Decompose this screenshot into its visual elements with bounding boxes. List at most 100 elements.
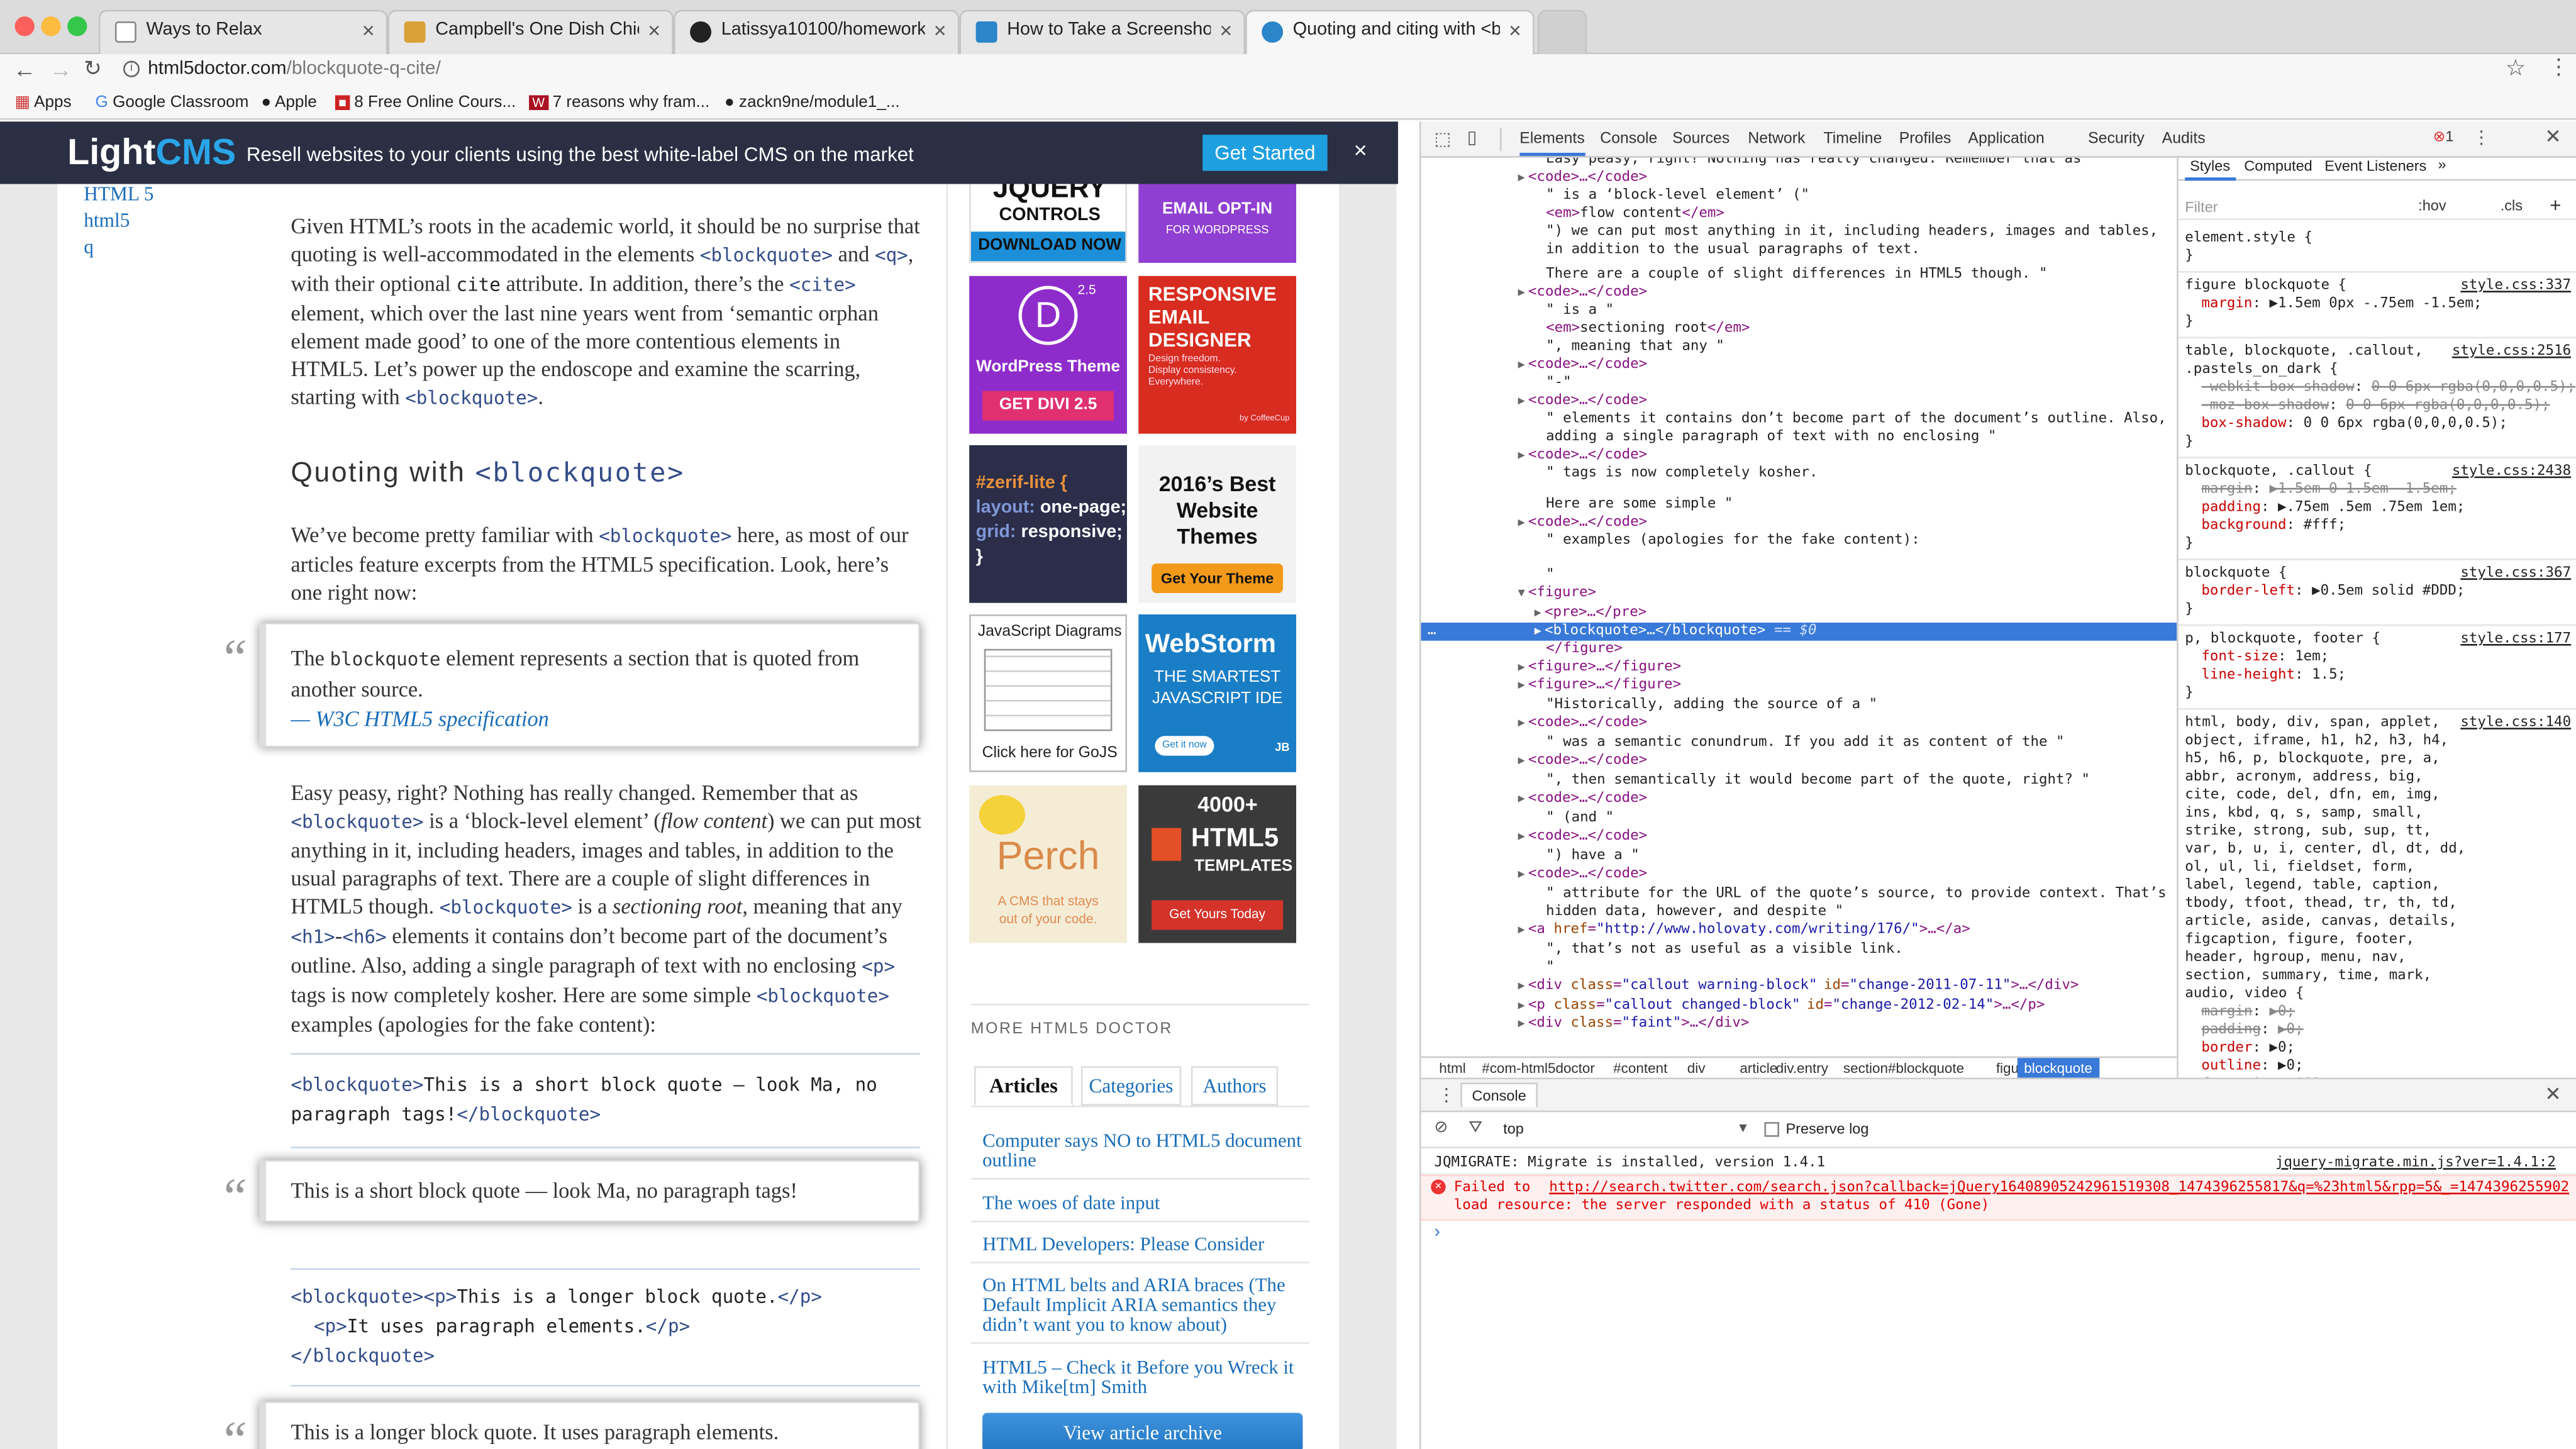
collapse-arrow-icon[interactable]: ▶ bbox=[1518, 867, 1525, 880]
css-declaration[interactable]: margin: ▶1.5em 0px -.75em -1.5em; bbox=[2185, 296, 2571, 314]
article-link[interactable]: Computer says NO to HTML5 document outli… bbox=[982, 1130, 1304, 1170]
console-prompt[interactable]: › bbox=[1434, 1222, 1440, 1241]
dom-row[interactable]: " tags is now completely kosher. bbox=[1421, 465, 2177, 483]
browser-tab[interactable]: How to Take a Screenshot on a × bbox=[959, 9, 1246, 55]
devtools-menu-icon[interactable]: ⋮ bbox=[2472, 126, 2490, 148]
dom-row[interactable]: <em>sectioning root</em> bbox=[1421, 320, 2177, 338]
filter-icon[interactable]: ⛛ bbox=[1468, 1119, 1482, 1137]
back-arrow-icon[interactable]: ← bbox=[13, 56, 36, 82]
css-declaration[interactable]: box-shadow: 0 0 6px rgba(0,0,0,0.5); bbox=[2185, 416, 2571, 434]
tab-profiles[interactable]: Profiles bbox=[1899, 130, 1951, 148]
dom-row[interactable]: ▶ <code>…</code> bbox=[1421, 284, 2177, 303]
more-tabs-icon[interactable]: » bbox=[2438, 156, 2446, 172]
dom-row[interactable]: ▶ <code>…</code> bbox=[1421, 357, 2177, 375]
collapse-arrow-icon[interactable]: ▶ bbox=[1518, 679, 1525, 692]
dom-row[interactable]: " (and " bbox=[1421, 810, 2177, 828]
stylesheet-link[interactable]: style.css:177 bbox=[2460, 631, 2571, 649]
collapse-arrow-icon[interactable]: ▶ bbox=[1518, 394, 1525, 408]
bookmark-star-icon[interactable]: ☆ bbox=[2506, 54, 2526, 82]
bookmark-apps[interactable]: ▦ Apps bbox=[15, 94, 72, 112]
error-url-link[interactable]: http://search.twitter.com/search.json?ca… bbox=[1549, 1180, 2569, 1196]
collapse-arrow-icon[interactable]: ▶ bbox=[1518, 358, 1525, 371]
forward-arrow-icon[interactable]: → bbox=[49, 56, 72, 82]
collapse-arrow-icon[interactable]: ▶ bbox=[1535, 606, 1541, 619]
dom-row[interactable]: ▶ <code>…</code> bbox=[1421, 169, 2177, 187]
toc-link[interactable]: HTML 5 bbox=[84, 180, 153, 207]
collapse-arrow-icon[interactable]: ▶ bbox=[1535, 625, 1541, 638]
dom-row[interactable]: ▶ <code>…</code> bbox=[1421, 514, 2177, 533]
menu-kebab-icon[interactable]: ⋮ bbox=[2548, 54, 2570, 80]
dom-row[interactable]: There are a couple of slight differences… bbox=[1421, 266, 2177, 284]
source-link[interactable]: jquery-migrate.min.js?ver=1.4.1:2 bbox=[2275, 1155, 2556, 1171]
breadcrumb-item[interactable]: div bbox=[1680, 1058, 1712, 1077]
toc-link[interactable]: q bbox=[84, 233, 153, 260]
chevron-down-icon[interactable]: ▼ bbox=[1736, 1121, 1750, 1136]
breadcrumb-item[interactable]: div.entry bbox=[1769, 1058, 1835, 1077]
dom-row[interactable]: "Historically, adding the source of a " bbox=[1421, 697, 2177, 715]
dom-row[interactable]: adding a single paragraph of text with n… bbox=[1421, 429, 2177, 447]
breadcrumb-item[interactable]: #com-html5doctor bbox=[1475, 1058, 1602, 1077]
context-select[interactable]: top bbox=[1503, 1121, 1524, 1137]
bookmark-item[interactable]: G Google Classroom bbox=[96, 94, 249, 112]
article-link[interactable]: HTML Developers: Please Consider bbox=[982, 1234, 1304, 1253]
tab-console[interactable]: Console bbox=[1600, 130, 1657, 148]
dom-row[interactable]: ") have a " bbox=[1421, 848, 2177, 866]
close-tab-icon[interactable]: × bbox=[1509, 18, 1521, 43]
dom-row[interactable]: " bbox=[1421, 960, 2177, 978]
bookmark-item[interactable]: ● Apple bbox=[261, 94, 316, 112]
close-tab-icon[interactable]: × bbox=[1219, 18, 1232, 43]
collapse-arrow-icon[interactable]: ▶ bbox=[1518, 660, 1525, 674]
ad-divi-theme[interactable]: D 2.5 WordPress Theme GET DIVI 2.5 bbox=[969, 275, 1127, 434]
stylesheet-link[interactable]: style.css:140 bbox=[2460, 714, 2571, 733]
dom-row[interactable]: ▶ <div class="faint">…</div> bbox=[1421, 1015, 2177, 1033]
close-window-icon[interactable] bbox=[14, 16, 35, 36]
get-started-button[interactable]: Get Started bbox=[1202, 135, 1328, 171]
ad-responsive-email[interactable]: RESPONSIVE EMAIL DESIGNER Design freedom. D… bbox=[1138, 275, 1297, 434]
dom-row[interactable]: " examples (apologies for the fake conte… bbox=[1421, 532, 2177, 550]
css-declaration[interactable]: padding: ▶.75em .5em .75em 1em; bbox=[2185, 499, 2571, 518]
close-drawer-icon[interactable]: ✕ bbox=[2545, 1082, 2561, 1106]
styles-filter-input[interactable]: Filter bbox=[2185, 199, 2218, 215]
dom-row[interactable]: Easy peasy, right? Nothing has really ch… bbox=[1421, 158, 2177, 169]
maximize-window-icon[interactable] bbox=[67, 16, 87, 36]
dom-row[interactable]: "-" bbox=[1421, 375, 2177, 393]
dom-row[interactable]: ▶ <div class="callout warning-block" id="c… bbox=[1421, 977, 2177, 996]
css-declaration[interactable]: -webkit-box-shadow: 0 0 6px rgba(0,0,0,0… bbox=[2185, 379, 2575, 397]
close-devtools-icon[interactable]: ✕ bbox=[2545, 125, 2561, 148]
ad-best-themes[interactable]: 2016’s Best Website Themes Get Your Theme bbox=[1138, 445, 1297, 603]
css-declaration[interactable]: border-left: ▶0.5em solid #DDD; bbox=[2185, 583, 2571, 601]
dom-row[interactable]: ", meaning that any " bbox=[1421, 338, 2177, 357]
bookmark-item[interactable]: W 7 reasons why fram... bbox=[529, 94, 709, 112]
breadcrumb-item[interactable]: section#blockquote bbox=[1836, 1058, 1970, 1077]
dom-row[interactable]: Here are some simple " bbox=[1421, 496, 2177, 514]
dom-row[interactable]: ", then semantically it would become par… bbox=[1421, 772, 2177, 791]
breadcrumb-item[interactable]: #content bbox=[1607, 1058, 1674, 1077]
stylesheet-link[interactable]: style.css:367 bbox=[2460, 565, 2571, 584]
collapse-arrow-icon[interactable]: ▶ bbox=[1518, 516, 1525, 529]
add-rule-icon[interactable]: + bbox=[2550, 194, 2561, 217]
stylesheet-link[interactable]: style.css:337 bbox=[2460, 277, 2571, 296]
css-declaration[interactable]: border: ▶0; bbox=[2185, 1040, 2571, 1058]
ad-html5-templates[interactable]: 4000+ HTML5 TEMPLATES Get Yours Today bbox=[1138, 785, 1297, 943]
tab-application[interactable]: Application bbox=[1968, 130, 2044, 148]
tab-elements[interactable]: Elements bbox=[1519, 130, 1585, 157]
tab-security[interactable]: Security bbox=[2088, 130, 2145, 148]
browser-tab[interactable]: Ways to Relax × bbox=[98, 9, 388, 55]
hov-toggle[interactable]: :hov bbox=[2418, 197, 2446, 213]
dom-row[interactable]: ▶ <pre>…</pre> bbox=[1421, 604, 2177, 623]
tab-computed[interactable]: Computed bbox=[2244, 158, 2312, 174]
collapse-arrow-icon[interactable]: ▶ bbox=[1518, 830, 1525, 843]
css-declaration[interactable]: padding: ▶0; bbox=[2185, 1022, 2571, 1040]
dom-row[interactable]: ▼ <figure> bbox=[1421, 585, 2177, 603]
breadcrumb-item[interactable]: html bbox=[1433, 1058, 1472, 1077]
expand-arrow-icon[interactable]: ▼ bbox=[1518, 587, 1525, 600]
minimize-window-icon[interactable] bbox=[41, 16, 61, 36]
dom-row[interactable]: hidden data, however, and despite " bbox=[1421, 904, 2177, 922]
css-declaration[interactable]: -moz-box-shadow: 0 0 6px rgba(0,0,0,0.5)… bbox=[2185, 397, 2571, 416]
tab-audits[interactable]: Audits bbox=[2162, 130, 2206, 148]
tab-categories[interactable]: Categories bbox=[1080, 1066, 1182, 1106]
info-icon[interactable]: i bbox=[123, 60, 140, 77]
url-field[interactable]: html5doctor.com/blockquote-q-cite/ bbox=[148, 59, 441, 79]
css-declaration[interactable]: font-size: 1em; bbox=[2185, 649, 2571, 667]
css-declaration[interactable]: margin: ▶1.5em 0 1.5em -1.5em; bbox=[2185, 481, 2571, 499]
